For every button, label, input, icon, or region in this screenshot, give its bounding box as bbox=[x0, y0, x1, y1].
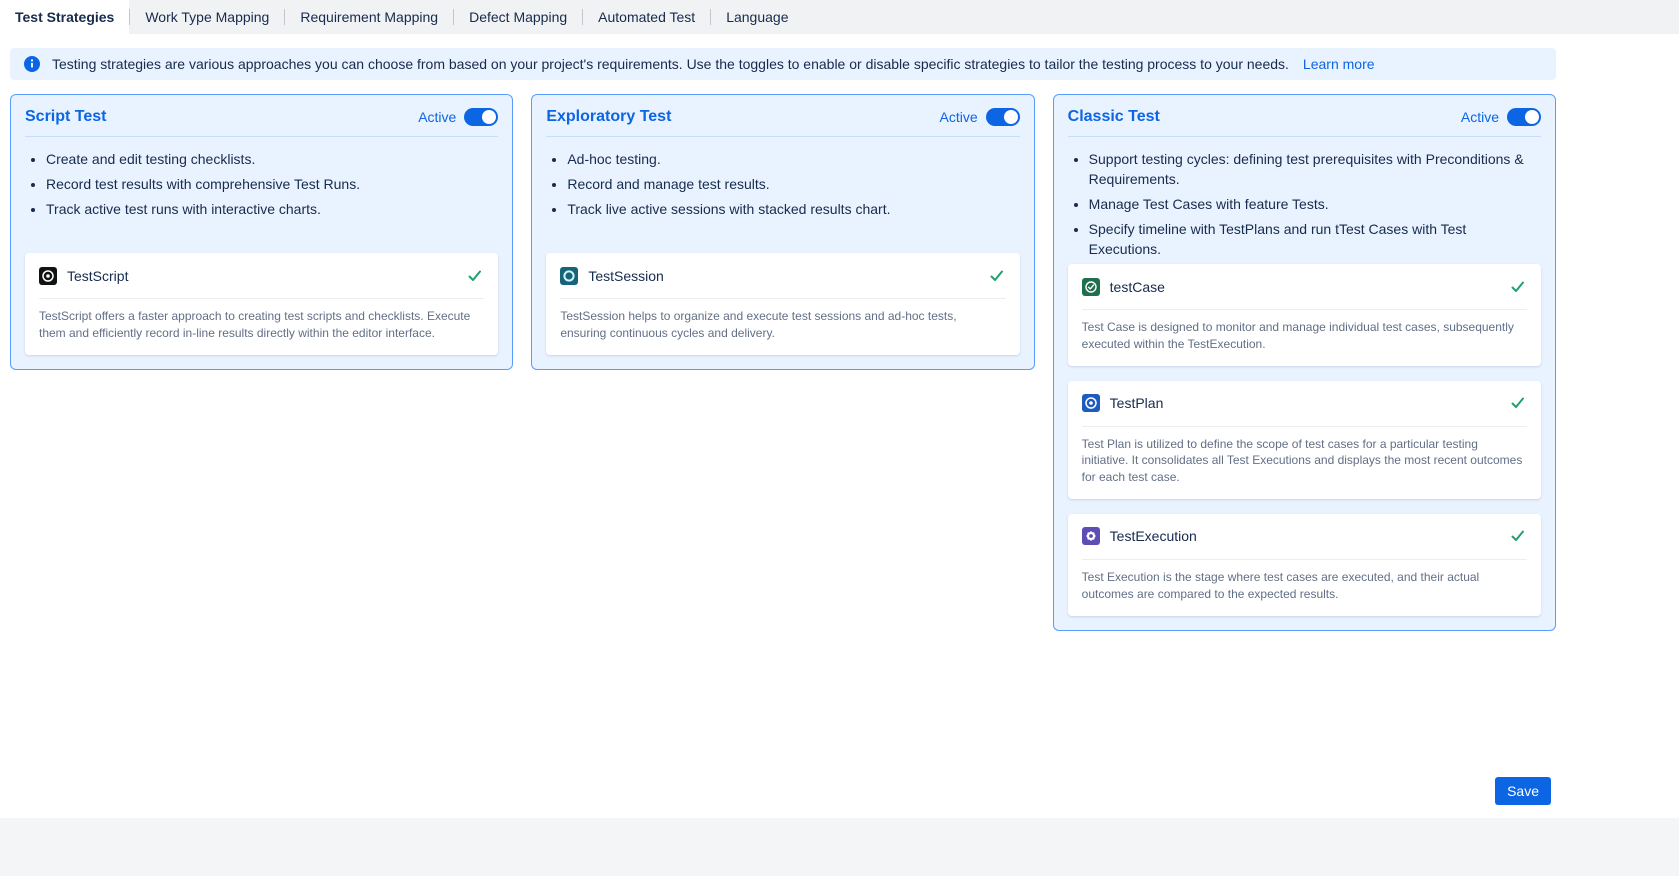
module-description: Test Plan is utilized to define the scop… bbox=[1082, 427, 1527, 499]
card-exploratory-test: Exploratory Test Active Ad-hoc testing. … bbox=[531, 94, 1034, 370]
module-header: TestPlan bbox=[1082, 381, 1527, 427]
card-title: Exploratory Test bbox=[546, 108, 671, 126]
strategy-cards-row: Script Test Active Create and edit testi… bbox=[10, 94, 1556, 631]
bullet-item: Record and manage test results. bbox=[567, 174, 1019, 194]
module-header: TestScript bbox=[39, 253, 484, 299]
card-bullets: Support testing cycles: defining test pr… bbox=[1068, 149, 1541, 259]
card-header: Exploratory Test Active bbox=[546, 108, 1019, 137]
tab-test-strategies[interactable]: Test Strategies bbox=[0, 0, 129, 34]
card-title: Classic Test bbox=[1068, 108, 1160, 126]
check-icon bbox=[466, 267, 484, 285]
page-bottom-strip bbox=[0, 818, 1679, 876]
tab-requirement-mapping[interactable]: Requirement Mapping bbox=[285, 0, 453, 34]
card-modules: TestScript TestScript offers a faster ap… bbox=[25, 253, 498, 355]
exploratory-test-toggle[interactable] bbox=[986, 108, 1020, 126]
check-icon bbox=[1509, 527, 1527, 545]
testplan-icon bbox=[1082, 394, 1100, 412]
card-bullets: Ad-hoc testing. Record and manage test r… bbox=[546, 149, 1019, 253]
module-header: testCase bbox=[1082, 264, 1527, 310]
module-header: TestExecution bbox=[1082, 514, 1527, 560]
active-label: Active bbox=[1461, 109, 1499, 125]
active-label: Active bbox=[418, 109, 456, 125]
module-description: TestSession helps to organize and execut… bbox=[560, 299, 1005, 355]
tab-language[interactable]: Language bbox=[711, 0, 803, 34]
classic-test-toggle[interactable] bbox=[1507, 108, 1541, 126]
card-modules: testCase Test Case is designed to monito… bbox=[1068, 264, 1541, 616]
info-icon bbox=[24, 56, 40, 72]
testexecution-icon bbox=[1082, 527, 1100, 545]
tab-defect-mapping[interactable]: Defect Mapping bbox=[454, 0, 582, 34]
save-button[interactable]: Save bbox=[1495, 777, 1551, 805]
module-testcase: testCase Test Case is designed to monito… bbox=[1068, 264, 1541, 366]
card-header: Script Test Active bbox=[25, 108, 498, 137]
toggle-group: Active bbox=[418, 108, 498, 126]
settings-tabbar: Test Strategies Work Type Mapping Requir… bbox=[0, 0, 1679, 34]
module-testsession: TestSession TestSession helps to organiz… bbox=[546, 253, 1019, 355]
testsession-icon bbox=[560, 267, 578, 285]
check-icon bbox=[1509, 394, 1527, 412]
toggle-group: Active bbox=[1461, 108, 1541, 126]
module-description: Test Case is designed to monitor and man… bbox=[1082, 310, 1527, 366]
card-title: Script Test bbox=[25, 108, 107, 126]
module-testplan: TestPlan Test Plan is utilized to define… bbox=[1068, 381, 1541, 499]
bullet-item: Support testing cycles: defining test pr… bbox=[1089, 149, 1541, 189]
tab-automated-test[interactable]: Automated Test bbox=[583, 0, 710, 34]
card-header: Classic Test Active bbox=[1068, 108, 1541, 137]
module-testscript: TestScript TestScript offers a faster ap… bbox=[25, 253, 498, 355]
module-description: TestScript offers a faster approach to c… bbox=[39, 299, 484, 355]
main-content: Testing strategies are various approache… bbox=[10, 48, 1556, 631]
bullet-item: Specify timeline with TestPlans and run … bbox=[1089, 219, 1541, 259]
bullet-item: Create and edit testing checklists. bbox=[46, 149, 498, 169]
toggle-group: Active bbox=[940, 108, 1020, 126]
card-bullets: Create and edit testing checklists. Reco… bbox=[25, 149, 498, 253]
script-test-toggle[interactable] bbox=[464, 108, 498, 126]
check-icon bbox=[1509, 278, 1527, 296]
learn-more-link[interactable]: Learn more bbox=[1303, 56, 1375, 72]
bullet-item: Track live active sessions with stacked … bbox=[567, 199, 1019, 219]
module-name: TestPlan bbox=[1110, 395, 1164, 411]
tab-work-type-mapping[interactable]: Work Type Mapping bbox=[130, 0, 284, 34]
module-description: Test Execution is the stage where test c… bbox=[1082, 560, 1527, 616]
module-name: TestExecution bbox=[1110, 528, 1197, 544]
active-label: Active bbox=[940, 109, 978, 125]
module-name: TestSession bbox=[588, 268, 663, 284]
bullet-item: Manage Test Cases with feature Tests. bbox=[1089, 194, 1541, 214]
card-modules: TestSession TestSession helps to organiz… bbox=[546, 253, 1019, 355]
module-header: TestSession bbox=[560, 253, 1005, 299]
testscript-icon bbox=[39, 267, 57, 285]
module-name: TestScript bbox=[67, 268, 128, 284]
bullet-item: Track active test runs with interactive … bbox=[46, 199, 498, 219]
module-testexecution: TestExecution Test Execution is the stag… bbox=[1068, 514, 1541, 616]
banner-text: Testing strategies are various approache… bbox=[52, 56, 1289, 72]
check-icon bbox=[988, 267, 1006, 285]
testcase-icon bbox=[1082, 278, 1100, 296]
module-name: testCase bbox=[1110, 279, 1165, 295]
bullet-item: Record test results with comprehensive T… bbox=[46, 174, 498, 194]
info-banner: Testing strategies are various approache… bbox=[10, 48, 1556, 80]
card-classic-test: Classic Test Active Support testing cycl… bbox=[1053, 94, 1556, 631]
card-script-test: Script Test Active Create and edit testi… bbox=[10, 94, 513, 370]
bullet-item: Ad-hoc testing. bbox=[567, 149, 1019, 169]
